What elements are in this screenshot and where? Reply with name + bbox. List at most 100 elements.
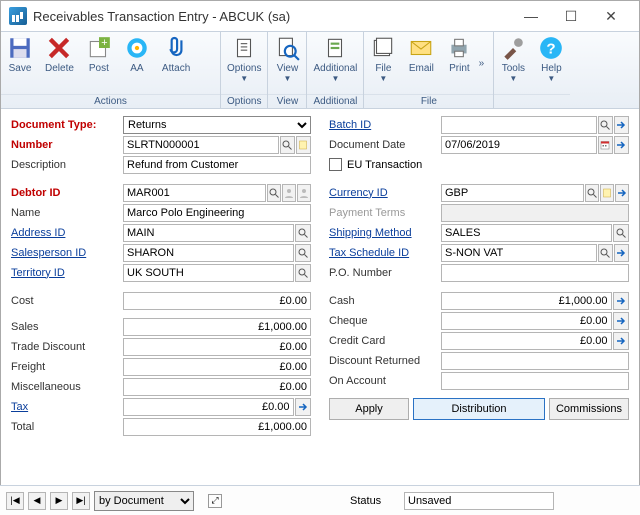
discount-returned-label: Discount Returned bbox=[329, 355, 441, 367]
email-button[interactable]: Email bbox=[402, 32, 440, 94]
currency-expand-button[interactable] bbox=[615, 184, 629, 202]
number-note-button[interactable] bbox=[296, 136, 311, 154]
nav-first-button[interactable]: |◀ bbox=[6, 492, 24, 510]
salesperson-id-input[interactable] bbox=[123, 244, 294, 262]
salesperson-id-label[interactable]: Salesperson ID bbox=[11, 247, 123, 259]
distribution-button[interactable]: Distribution bbox=[413, 398, 545, 420]
view-button[interactable]: View▼ bbox=[268, 32, 306, 94]
eu-transaction-checkbox[interactable] bbox=[329, 158, 342, 171]
tax-detail-button[interactable] bbox=[295, 398, 311, 416]
chevron-down-icon: ▼ bbox=[547, 74, 555, 83]
tax-expand-button[interactable] bbox=[614, 244, 629, 262]
shipping-method-input[interactable] bbox=[441, 224, 612, 242]
trade-discount-label: Trade Discount bbox=[11, 341, 123, 353]
currency-id-label[interactable]: Currency ID bbox=[329, 187, 441, 199]
trade-discount-input[interactable] bbox=[123, 338, 311, 356]
debtor-id-input[interactable] bbox=[123, 184, 266, 202]
attach-button[interactable]: Attach bbox=[156, 32, 196, 94]
nav-next-button[interactable]: ▶ bbox=[50, 492, 68, 510]
territory-id-input[interactable] bbox=[123, 264, 294, 282]
currency-note-button[interactable] bbox=[600, 184, 614, 202]
help-button[interactable]: ? Help▼ bbox=[532, 32, 570, 94]
minimize-button[interactable]: — bbox=[511, 8, 551, 24]
status-value bbox=[404, 492, 554, 510]
maximize-button[interactable]: ☐ bbox=[551, 8, 591, 25]
additional-button[interactable]: Additional▼ bbox=[307, 32, 363, 94]
form-body: Document Type: Returns Number Descriptio… bbox=[1, 109, 639, 437]
ribbon-overflow-icon[interactable]: » bbox=[478, 32, 484, 94]
save-button[interactable]: Save bbox=[1, 32, 39, 94]
batch-id-label[interactable]: Batch ID bbox=[329, 119, 441, 131]
cheque-input[interactable] bbox=[441, 312, 612, 330]
address-lookup-button[interactable] bbox=[295, 224, 311, 242]
po-number-label: P.O. Number bbox=[329, 267, 441, 279]
batch-expand-button[interactable] bbox=[614, 116, 629, 134]
total-input[interactable] bbox=[123, 418, 311, 436]
sales-input[interactable] bbox=[123, 318, 311, 336]
document-date-input[interactable] bbox=[441, 136, 597, 154]
cost-input[interactable] bbox=[123, 292, 311, 310]
date-expand-button[interactable] bbox=[614, 136, 629, 154]
freight-input[interactable] bbox=[123, 358, 311, 376]
miscellaneous-label: Miscellaneous bbox=[11, 381, 123, 393]
close-window-button[interactable]: ✕ bbox=[591, 8, 631, 25]
on-account-input[interactable] bbox=[441, 372, 629, 390]
tax-schedule-id-input[interactable] bbox=[441, 244, 597, 262]
salesperson-lookup-button[interactable] bbox=[295, 244, 311, 262]
batch-lookup-button[interactable] bbox=[598, 116, 613, 134]
discount-returned-input[interactable] bbox=[441, 352, 629, 370]
name-input[interactable] bbox=[123, 204, 311, 222]
file-button[interactable]: File▼ bbox=[364, 32, 402, 94]
date-picker-button[interactable] bbox=[598, 136, 613, 154]
total-label: Total bbox=[11, 421, 123, 433]
address-id-label[interactable]: Address ID bbox=[11, 227, 123, 239]
print-button[interactable]: Print bbox=[440, 32, 478, 94]
tools-button[interactable]: Tools▼ bbox=[494, 32, 532, 94]
number-input[interactable] bbox=[123, 136, 279, 154]
nav-last-button[interactable]: ▶| bbox=[72, 492, 90, 510]
email-icon bbox=[408, 35, 434, 61]
cash-expand-button[interactable] bbox=[613, 292, 629, 310]
commissions-button[interactable]: Commissions bbox=[549, 398, 629, 420]
currency-id-input[interactable] bbox=[441, 184, 584, 202]
tax-schedule-id-label[interactable]: Tax Schedule ID bbox=[329, 247, 441, 259]
chevron-down-icon: ▼ bbox=[379, 74, 387, 83]
post-button[interactable]: + Post bbox=[80, 32, 118, 94]
cash-input[interactable] bbox=[441, 292, 612, 310]
payment-terms-label: Payment Terms bbox=[329, 207, 441, 219]
window-title: Receivables Transaction Entry - ABCUK (s… bbox=[33, 9, 511, 24]
options-button[interactable]: Options▼ bbox=[221, 32, 267, 94]
apply-button[interactable]: Apply bbox=[329, 398, 409, 420]
number-lookup-button[interactable] bbox=[280, 136, 295, 154]
description-label: Description bbox=[11, 159, 123, 171]
miscellaneous-input[interactable] bbox=[123, 378, 311, 396]
territory-lookup-button[interactable] bbox=[295, 264, 311, 282]
credit-card-expand-button[interactable] bbox=[613, 332, 629, 350]
debtor-lookup-button[interactable] bbox=[267, 184, 281, 202]
debtor-extra1-button[interactable] bbox=[282, 184, 296, 202]
footer-expand-button[interactable]: ⤢ bbox=[208, 494, 222, 508]
debtor-extra2-button[interactable] bbox=[297, 184, 311, 202]
shipping-lookup-button[interactable] bbox=[613, 224, 629, 242]
tax-input[interactable] bbox=[123, 398, 294, 416]
nav-prev-button[interactable]: ◀ bbox=[28, 492, 46, 510]
description-input[interactable] bbox=[123, 156, 311, 174]
cheque-expand-button[interactable] bbox=[613, 312, 629, 330]
territory-id-label[interactable]: Territory ID bbox=[11, 267, 123, 279]
address-id-input[interactable] bbox=[123, 224, 294, 242]
shipping-method-label[interactable]: Shipping Method bbox=[329, 227, 441, 239]
tax-label[interactable]: Tax bbox=[11, 401, 123, 413]
tax-lookup-button[interactable] bbox=[598, 244, 613, 262]
sort-by-select[interactable]: by Document bbox=[94, 491, 194, 511]
batch-id-input[interactable] bbox=[441, 116, 597, 134]
help-icon: ? bbox=[538, 35, 564, 61]
currency-lookup-button[interactable] bbox=[585, 184, 599, 202]
credit-card-input[interactable] bbox=[441, 332, 612, 350]
po-number-input[interactable] bbox=[441, 264, 629, 282]
document-type-select[interactable]: Returns bbox=[123, 116, 311, 134]
delete-button[interactable]: Delete bbox=[39, 32, 80, 94]
aa-button[interactable]: AA bbox=[118, 32, 156, 94]
on-account-label: On Account bbox=[329, 375, 441, 387]
number-label: Number bbox=[11, 139, 123, 151]
view-icon bbox=[274, 35, 300, 61]
